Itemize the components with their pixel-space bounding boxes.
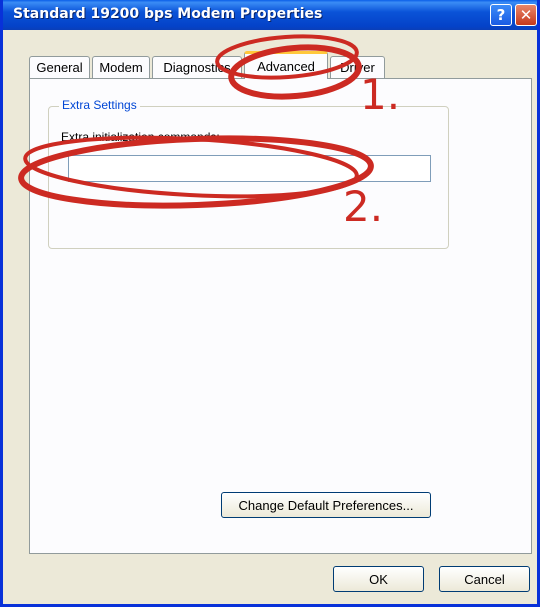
- cancel-button[interactable]: Cancel: [439, 566, 530, 592]
- tab-advanced[interactable]: Advanced: [244, 51, 328, 79]
- advanced-tab-panel: Extra Settings Extra initialization comm…: [29, 78, 532, 554]
- modem-properties-window: Standard 19200 bps Modem Properties ? ✕ …: [0, 0, 540, 607]
- change-default-preferences-button[interactable]: Change Default Preferences...: [221, 492, 431, 518]
- tab-modem[interactable]: Modem: [92, 56, 150, 78]
- tab-label: General: [36, 60, 83, 75]
- tab-diagnostics[interactable]: Diagnostics: [152, 56, 242, 78]
- tab-label: Advanced: [257, 59, 315, 74]
- help-button[interactable]: ?: [490, 4, 512, 26]
- ok-button[interactable]: OK: [333, 566, 424, 592]
- extra-init-commands-label: Extra initialization commands:: [61, 130, 220, 144]
- tab-label: Diagnostics: [163, 60, 231, 75]
- window-title: Standard 19200 bps Modem Properties: [13, 6, 323, 22]
- annotation-step-2: 2.: [343, 182, 384, 231]
- extra-settings-legend: Extra Settings: [59, 98, 140, 112]
- title-bar[interactable]: Standard 19200 bps Modem Properties ? ✕: [3, 0, 537, 30]
- help-icon: ?: [496, 6, 506, 24]
- close-icon: ✕: [519, 6, 533, 24]
- extra-settings-group: Extra Settings Extra initialization comm…: [48, 98, 449, 249]
- tab-general[interactable]: General: [29, 56, 90, 78]
- tab-label: Modem: [99, 60, 143, 75]
- extra-init-commands-input[interactable]: [68, 155, 431, 182]
- close-button[interactable]: ✕: [515, 4, 537, 26]
- annotation-step-1: 1.: [360, 70, 401, 119]
